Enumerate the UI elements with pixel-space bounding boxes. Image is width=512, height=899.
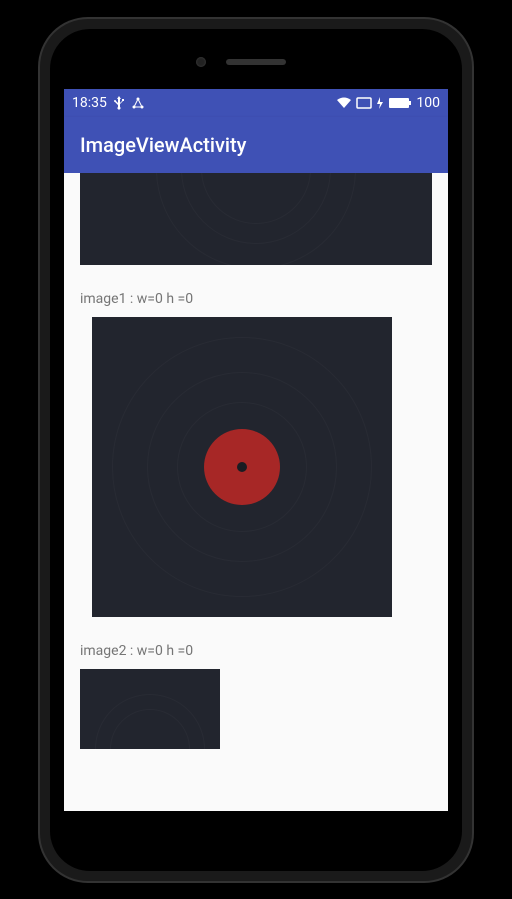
image-label-2: image2 : w=0 h =0 [64,629,448,669]
screen-icon [356,97,372,109]
status-left: 18:35 [72,95,145,111]
scroll-content[interactable]: image1 : w=0 h =0 [64,173,448,811]
record-disc-icon [202,427,282,507]
image-label-1: image1 : w=0 h =0 [64,277,448,317]
screen: 18:35 [64,89,448,811]
status-right: 100 [336,95,440,111]
share-icon [131,96,145,110]
device-frame: 18:35 [40,19,472,881]
image-block-0 [64,173,448,265]
battery-icon [388,97,412,109]
speaker-grille [226,59,286,65]
status-bar: 18:35 [64,89,448,117]
image-block-1 [64,317,448,617]
charging-icon [376,97,384,109]
device-bezel: 18:35 [50,29,462,871]
front-camera [196,57,206,67]
record-image-0[interactable] [80,173,432,265]
record-image-2[interactable] [80,669,220,749]
status-time: 18:35 [72,95,107,111]
image-block-2 [64,669,448,749]
battery-level: 100 [416,95,440,111]
wifi-icon [336,97,352,109]
usb-icon [113,96,125,110]
app-bar: ImageViewActivity [64,117,448,173]
record-image-1[interactable] [92,317,392,617]
page-title: ImageViewActivity [80,133,246,157]
